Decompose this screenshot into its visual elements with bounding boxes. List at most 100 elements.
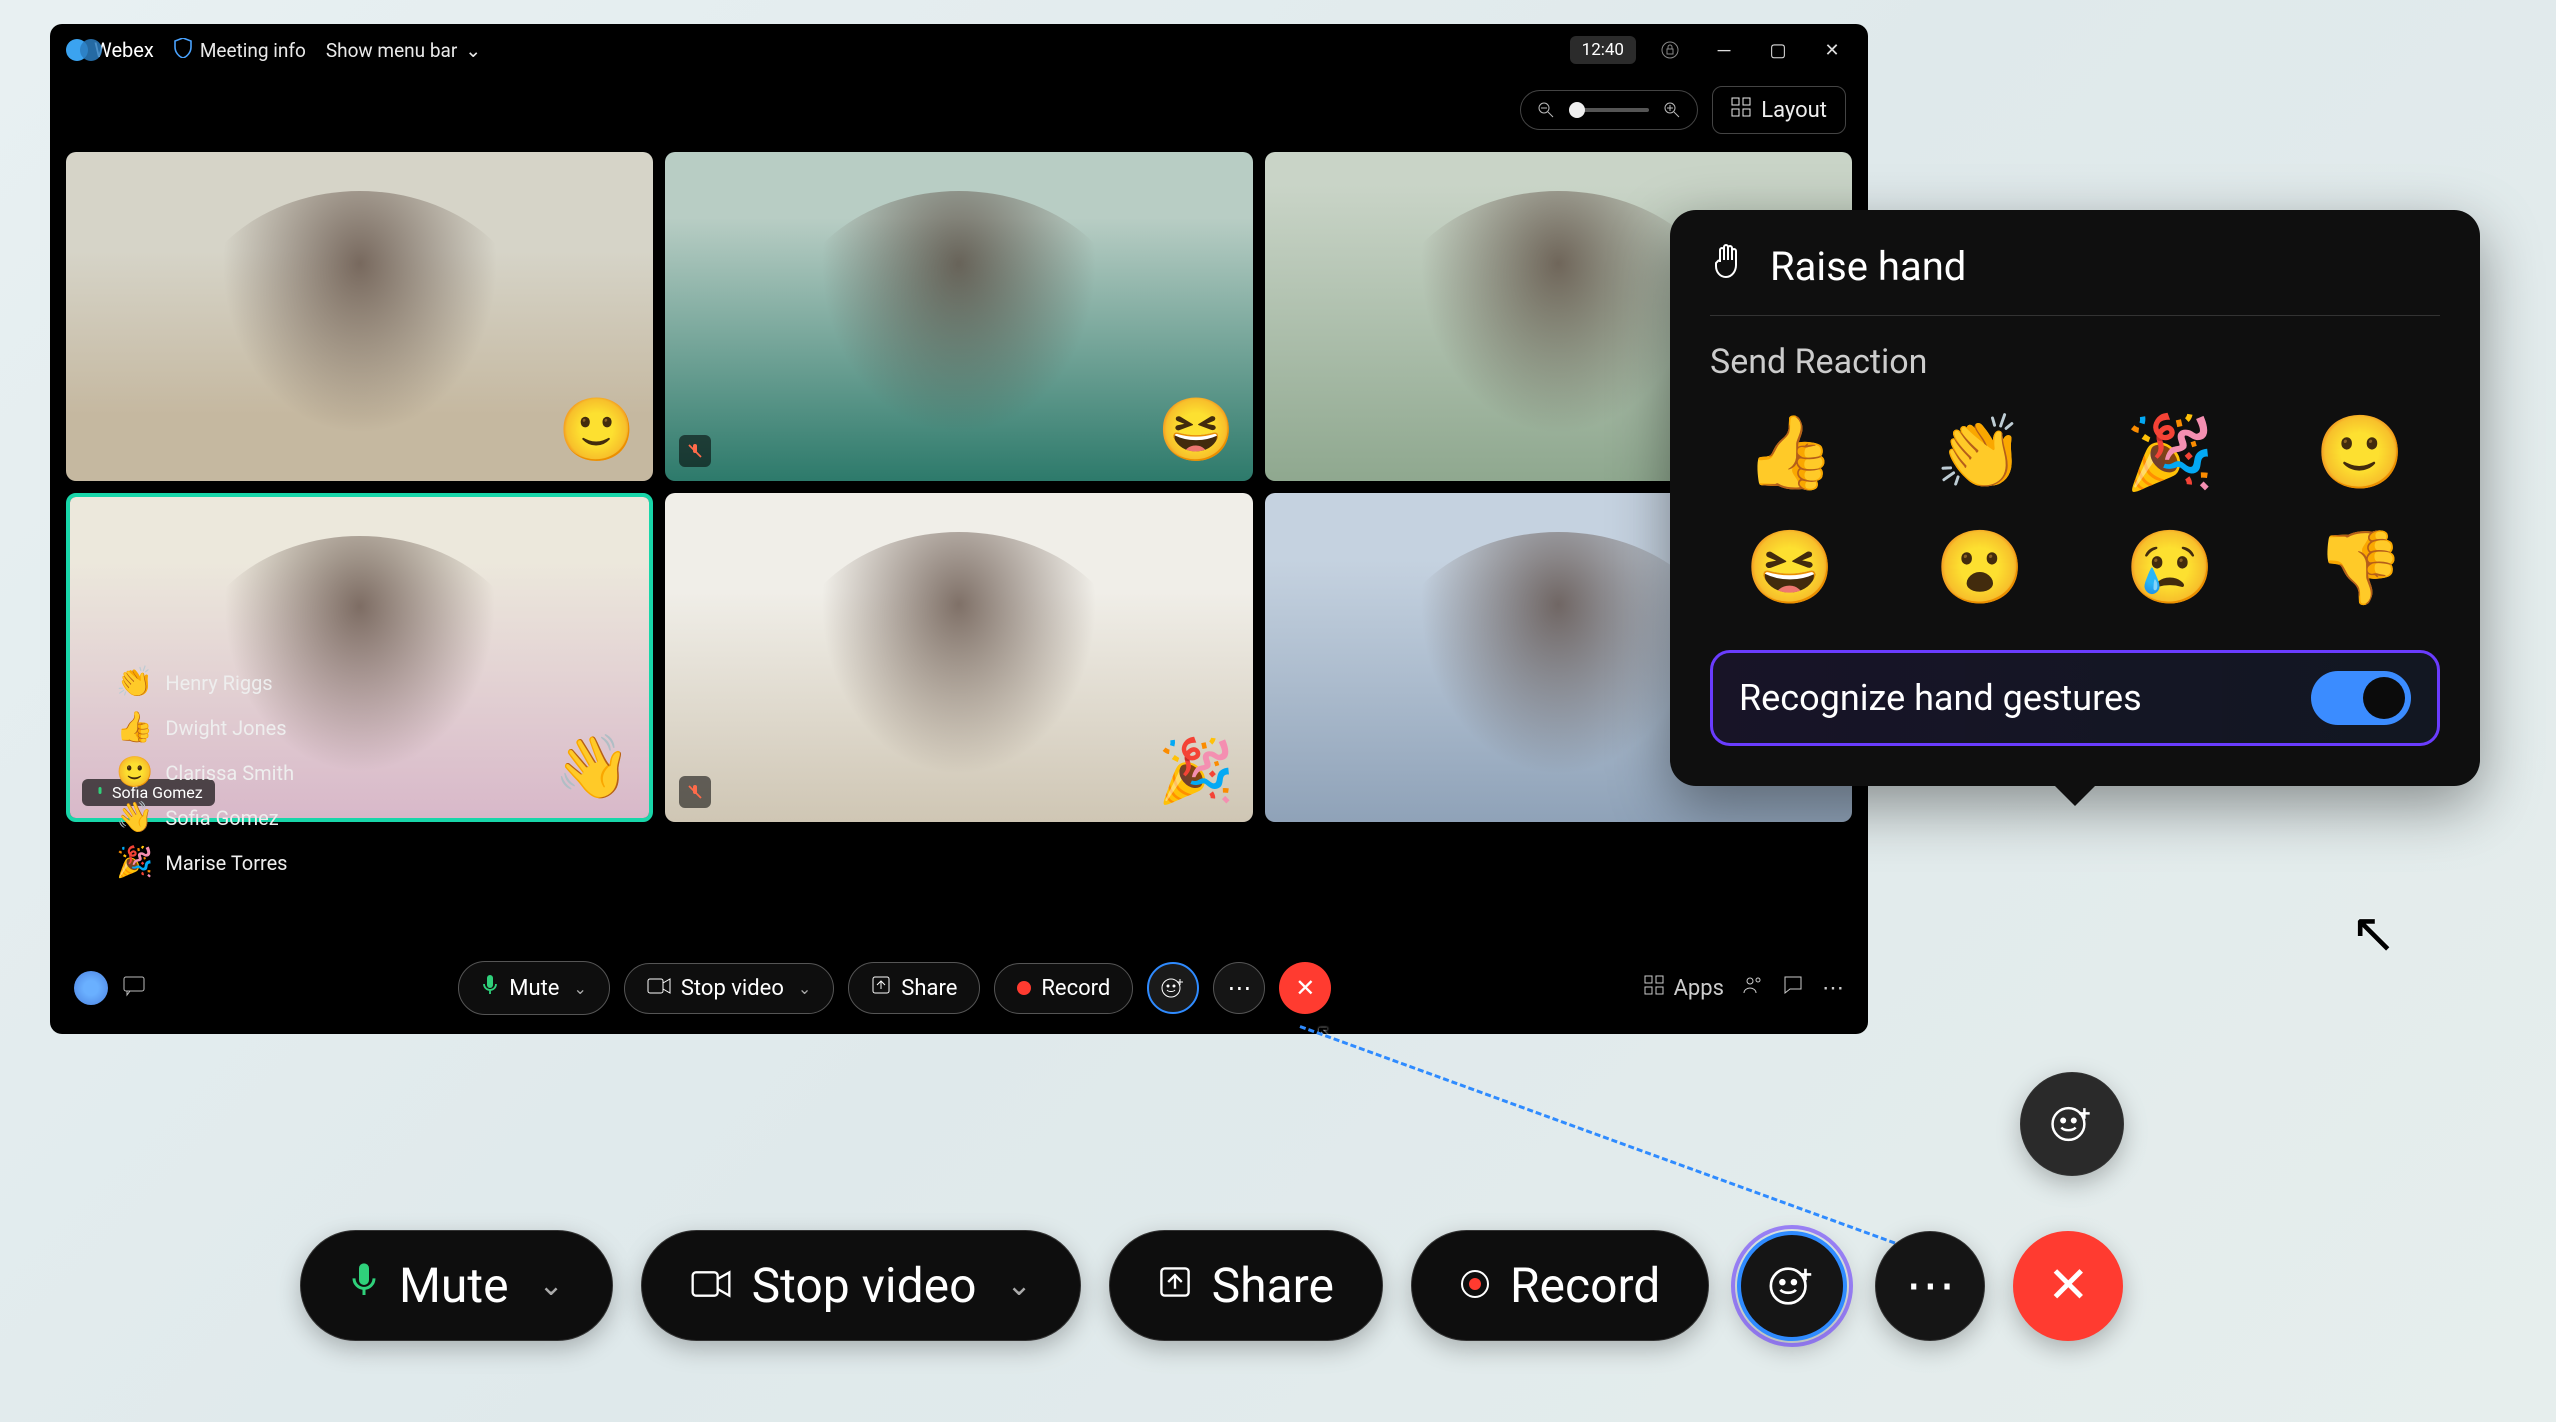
reaction-name: Clarissa Smith xyxy=(165,761,294,785)
meeting-info-label: Meeting info xyxy=(200,39,306,62)
reaction-thumbs-up[interactable]: 👍 xyxy=(1720,410,1860,495)
share-button-zoomed[interactable]: Share xyxy=(1109,1230,1383,1341)
mute-label: Mute xyxy=(399,1257,509,1314)
gesture-label: Recognize hand gestures xyxy=(1739,677,2142,719)
bottom-toolbar-left xyxy=(74,971,146,1005)
more-button[interactable]: ⋯ xyxy=(1213,962,1265,1014)
participant-reaction-emoji: 👋 xyxy=(554,731,631,804)
gesture-toggle[interactable] xyxy=(2311,671,2411,725)
reaction-emoji: 🎉 xyxy=(116,845,153,880)
lock-icon[interactable] xyxy=(1650,34,1690,66)
hand-icon xyxy=(1710,242,1746,291)
share-icon xyxy=(871,975,891,1001)
reaction-emoji: 🙂 xyxy=(116,755,153,790)
send-reaction-heading: Send Reaction xyxy=(1710,342,2440,382)
chevron-down-icon[interactable]: ⌄ xyxy=(1006,1268,1031,1303)
leave-button[interactable]: ✕ xyxy=(1279,962,1331,1014)
reactions-button-zoomed[interactable] xyxy=(1737,1231,1847,1341)
chat-panel-icon[interactable] xyxy=(1782,974,1804,1002)
stop-video-button-zoomed[interactable]: Stop video ⌄ xyxy=(641,1230,1081,1341)
share-button[interactable]: Share xyxy=(848,962,980,1014)
record-button[interactable]: Record xyxy=(994,963,1133,1014)
reaction-party[interactable]: 🎉 xyxy=(2100,410,2240,495)
layout-button[interactable]: Layout xyxy=(1712,86,1846,134)
raise-hand-label: Raise hand xyxy=(1770,243,1966,290)
grid-icon xyxy=(1731,97,1751,123)
shield-icon xyxy=(174,38,192,63)
maximize-button[interactable]: ▢ xyxy=(1758,34,1798,66)
participant-reaction-emoji: 😆 xyxy=(1157,394,1234,467)
chat-icon[interactable] xyxy=(122,974,146,1002)
chevron-down-icon: ⌄ xyxy=(465,39,481,62)
reactions-button[interactable] xyxy=(1147,962,1199,1014)
reaction-laugh[interactable]: 😆 xyxy=(1720,525,1860,610)
zoom-out-button[interactable] xyxy=(1535,99,1557,121)
toggle-thumb xyxy=(2363,677,2405,719)
reaction-thumbs-down[interactable]: 👎 xyxy=(2290,525,2430,610)
panel-more-icon[interactable]: ⋯ xyxy=(1822,976,1844,1001)
stop-video-button[interactable]: Stop video ⌄ xyxy=(624,963,834,1014)
chevron-down-icon[interactable]: ⌄ xyxy=(573,979,586,998)
participants-icon[interactable] xyxy=(1742,974,1764,1002)
mute-button[interactable]: Mute ⌄ xyxy=(458,961,610,1015)
reaction-name: Marise Torres xyxy=(165,851,287,875)
gesture-recognition-row: Recognize hand gestures xyxy=(1710,650,2440,746)
chevron-down-icon[interactable]: ⌄ xyxy=(539,1268,564,1303)
share-label: Share xyxy=(901,976,957,1001)
bottom-toolbar-center: Mute ⌄ Stop video ⌄ Share Record xyxy=(458,961,1331,1015)
apps-button[interactable]: Apps xyxy=(1644,975,1724,1001)
reaction-emoji: 👍 xyxy=(116,710,153,745)
apps-label: Apps xyxy=(1674,976,1724,1001)
annotation-connector xyxy=(1299,1025,1920,1254)
record-button-zoomed[interactable]: Record xyxy=(1411,1230,1709,1341)
camera-icon xyxy=(647,976,671,1001)
titlebar-right: 12:40 ─ ▢ ✕ xyxy=(1570,34,1852,66)
record-label: Record xyxy=(1510,1257,1660,1314)
meeting-info-button[interactable]: Meeting info xyxy=(174,38,306,63)
ai-assistant-icon[interactable] xyxy=(74,971,108,1005)
top-controls: Layout xyxy=(50,76,1868,152)
show-menubar-button[interactable]: Show menu bar ⌄ xyxy=(326,39,481,62)
chevron-down-icon[interactable]: ⌄ xyxy=(798,979,811,998)
webex-window: Webex Meeting info Show menu bar ⌄ 12:40… xyxy=(50,24,1868,1034)
reaction-feed-item: 👏 Henry Riggs xyxy=(116,665,294,700)
webex-logo-icon xyxy=(66,39,88,61)
participant-tile[interactable]: 🎉 xyxy=(665,493,1252,822)
share-icon xyxy=(1158,1261,1192,1310)
reaction-smile[interactable]: 🙂 xyxy=(2290,410,2430,495)
zoom-slider-thumb[interactable] xyxy=(1569,102,1585,118)
zoomed-toolbar: Mute ⌄ Stop video ⌄ Share Record ⋯ ✕ xyxy=(300,1230,2123,1341)
reaction-clap[interactable]: 👏 xyxy=(1910,410,2050,495)
leave-button-zoomed[interactable]: ✕ xyxy=(2013,1231,2123,1341)
participant-tile[interactable]: 🙂 xyxy=(66,152,653,481)
reaction-wow[interactable]: 😮 xyxy=(1910,525,2050,610)
stop-video-label: Stop video xyxy=(752,1257,977,1314)
minimize-button[interactable]: ─ xyxy=(1704,34,1744,66)
muted-icon xyxy=(679,776,711,808)
reaction-feed-item: 👍 Dwight Jones xyxy=(116,710,294,745)
reaction-name: Henry Riggs xyxy=(165,671,272,695)
more-button-zoomed[interactable]: ⋯ xyxy=(1875,1231,1985,1341)
reaction-emoji: 👋 xyxy=(116,800,153,835)
muted-icon xyxy=(679,435,711,467)
mute-label: Mute xyxy=(509,976,559,1001)
menubar-label: Show menu bar xyxy=(326,39,457,62)
raise-hand-button[interactable]: Raise hand xyxy=(1710,242,2440,316)
close-button[interactable]: ✕ xyxy=(1812,34,1852,66)
mic-icon xyxy=(349,1261,379,1310)
bottom-toolbar-right: Apps ⋯ xyxy=(1644,974,1844,1002)
bottom-toolbar: Mute ⌄ Stop video ⌄ Share Record xyxy=(50,942,1868,1034)
record-icon xyxy=(1017,981,1031,995)
zoom-slider[interactable] xyxy=(1569,108,1649,112)
mute-button-zoomed[interactable]: Mute ⌄ xyxy=(300,1230,613,1341)
mic-active-icon xyxy=(94,783,106,802)
reaction-feed-item: 🙂 Clarissa Smith xyxy=(116,755,294,790)
share-label: Share xyxy=(1212,1257,1334,1314)
layout-label: Layout xyxy=(1761,98,1827,123)
zoom-in-button[interactable] xyxy=(1661,99,1683,121)
reaction-sad[interactable]: 😢 xyxy=(2100,525,2240,610)
participant-tile[interactable]: 😆 xyxy=(665,152,1252,481)
video-grid: 🙂 😆 Sofia Gomez 👋 xyxy=(50,152,1868,822)
record-label: Record xyxy=(1041,976,1110,1001)
reactions-button-zoom-target[interactable] xyxy=(2020,1072,2124,1176)
